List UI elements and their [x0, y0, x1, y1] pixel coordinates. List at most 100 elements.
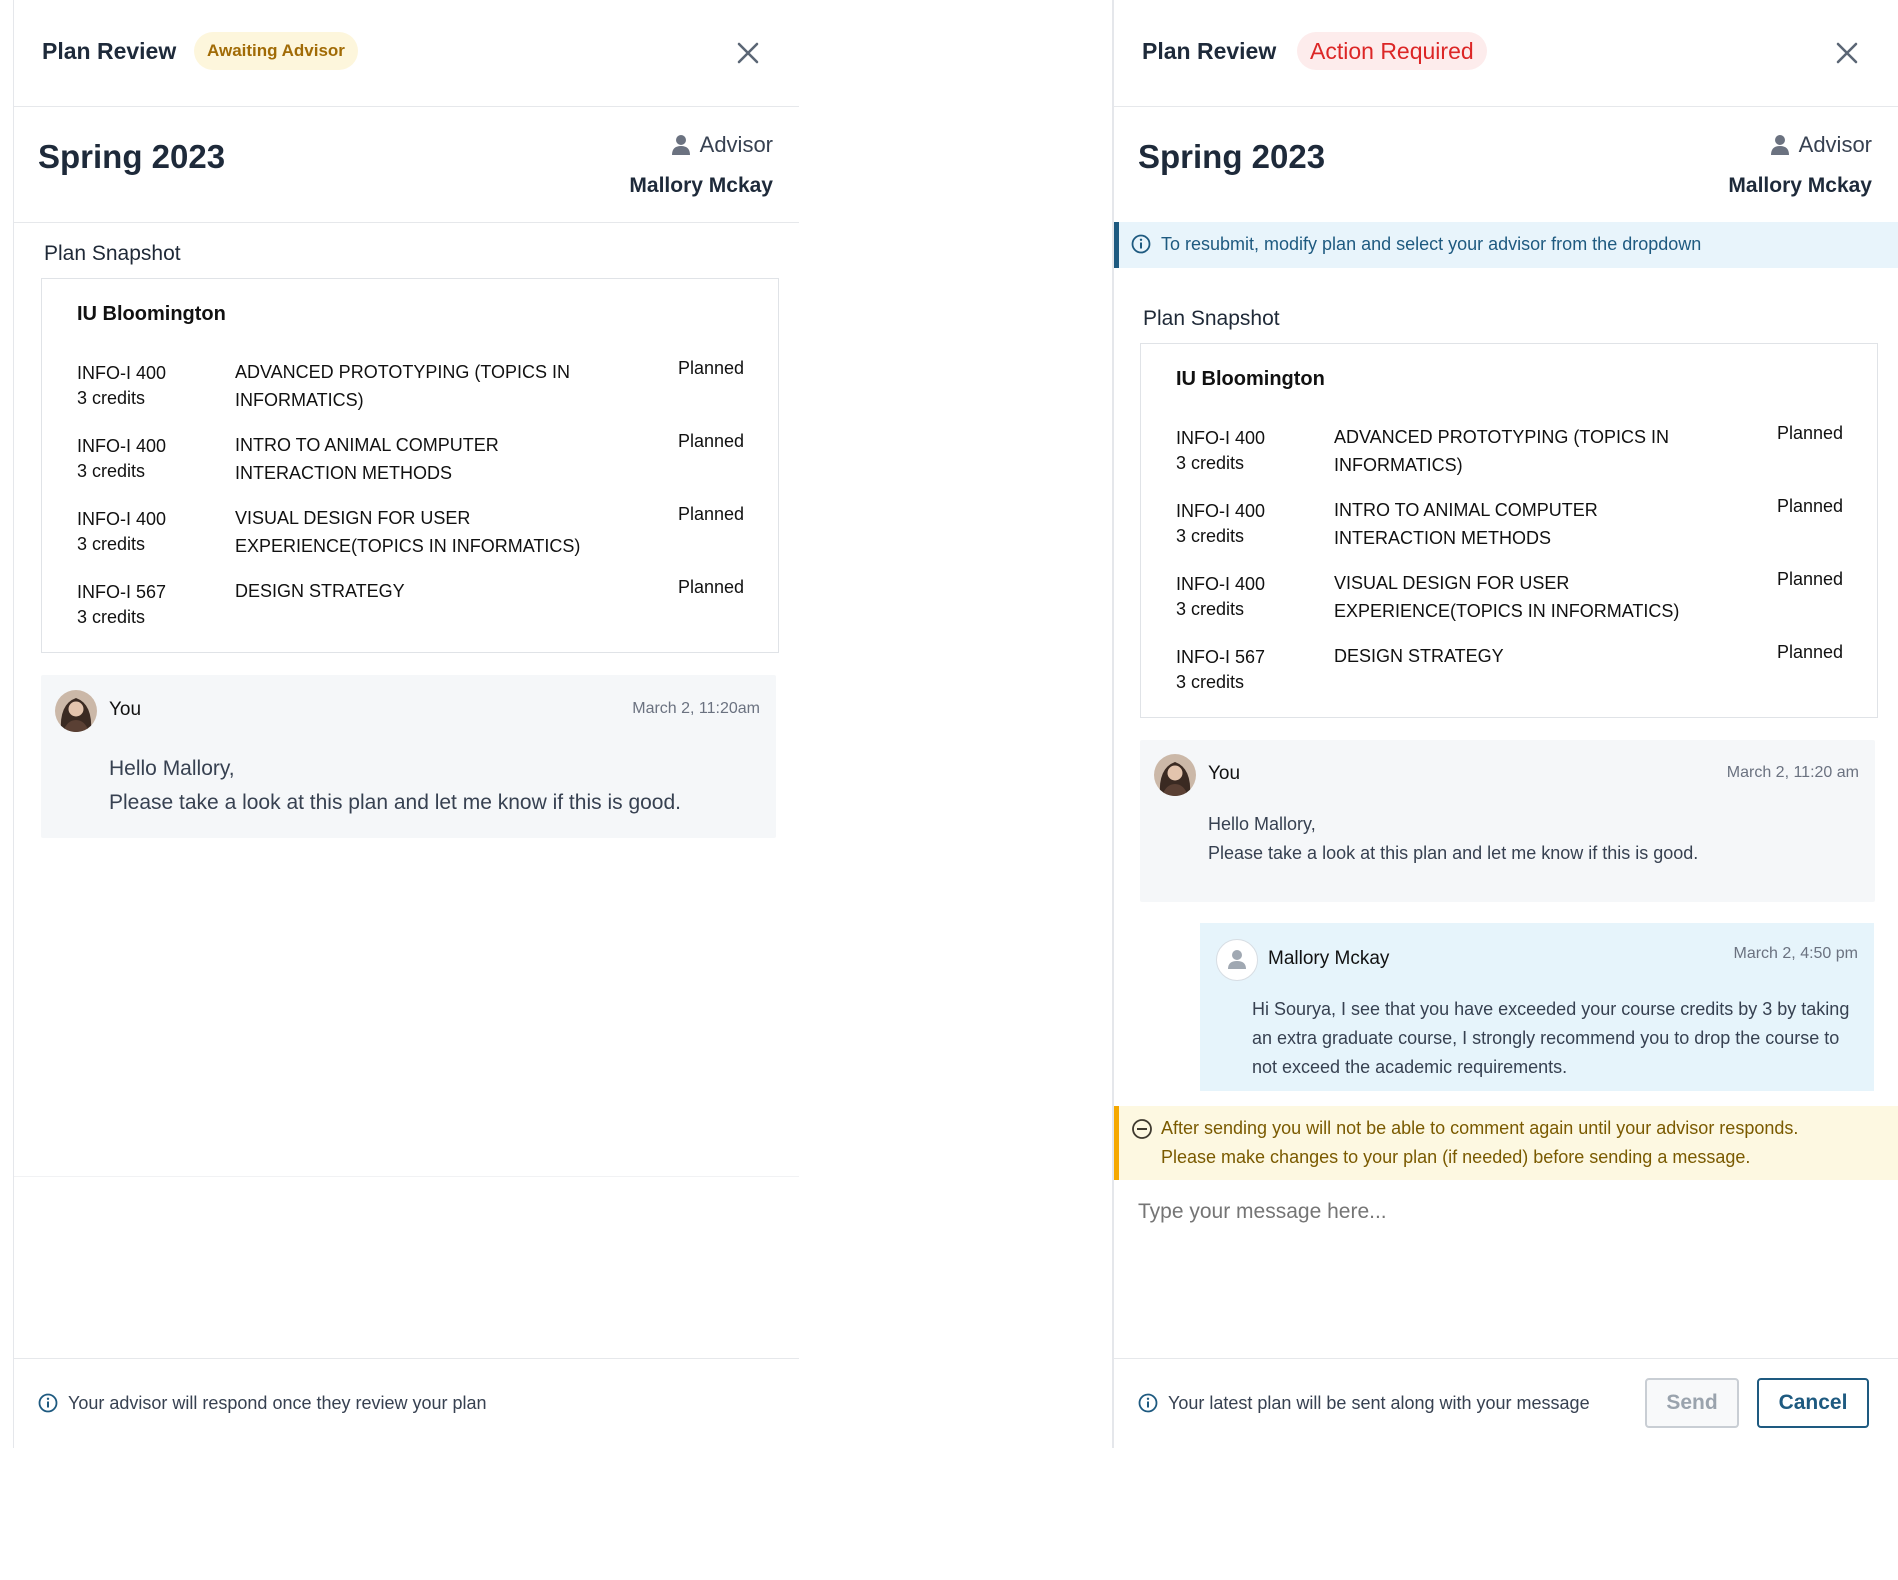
plan-review-panel-awaiting: Plan Review Awaiting Advisor Spring 2023…	[13, 0, 799, 1448]
course-row: INFO-I 400 3 credits ADVANCED PROTOTYPING…	[42, 358, 778, 421]
panel-header: Plan Review Action Required	[1114, 0, 1898, 107]
course-name: DESIGN STRATEGY	[235, 581, 405, 601]
warning-line: Please make changes to your plan (if nee…	[1161, 1147, 1751, 1167]
info-alert: To resubmit, modify plan and select your…	[1114, 222, 1898, 268]
course-status: Planned	[677, 504, 744, 524]
message-advisor: Mallory Mckay March 2, 4:50 pm Hi Sourya…	[1200, 923, 1874, 1091]
message-line: Please take a look at this plan and let …	[109, 791, 681, 814]
term-title: Spring 2023	[1138, 138, 1326, 175]
message-line: Hello Mallory,	[109, 757, 235, 780]
status-badge: Action Required	[1297, 32, 1487, 70]
close-icon[interactable]	[733, 38, 763, 68]
message-author: You	[109, 699, 142, 720]
course-row: INFO-I 400 3 credits INTRO TO ANIMAL COMP…	[1141, 496, 1877, 559]
panel-header: Plan Review Awaiting Advisor	[14, 0, 799, 107]
advisor-label: Advisor	[671, 132, 773, 158]
course-row: INFO-I 400 3 credits VISUAL DESIGN FOR US…	[42, 504, 778, 567]
minus-circle-icon	[1132, 1119, 1152, 1139]
course-credits: 3 credits	[77, 534, 146, 554]
panel-title: Plan Review	[1142, 38, 1277, 64]
course-status: Planned	[1776, 642, 1843, 662]
warning-text: After sending you will not be able to co…	[1161, 1114, 1798, 1172]
course-code: INFO-I 567	[77, 582, 167, 602]
course-row: INFO-I 567 3 credits DESIGN STRATEGY Plan…	[42, 577, 778, 640]
course-credits: 3 credits	[1176, 599, 1245, 619]
advisor-label-text: Advisor	[699, 132, 773, 157]
message-line: Please take a look at this plan and let …	[1208, 843, 1699, 863]
plan-snapshot-card: IU Bloomington INFO-I 400 3 credits ADVAN…	[1140, 343, 1878, 718]
course-credits: 3 credits	[1176, 672, 1245, 692]
message-you: You March 2, 11:20am Hello Mallory, Plea…	[41, 675, 776, 838]
campus-name: IU Bloomington	[77, 303, 226, 325]
course-row: INFO-I 400 3 credits VISUAL DESIGN FOR US…	[1141, 569, 1877, 632]
course-status: Planned	[1776, 423, 1843, 443]
plan-snapshot-card: IU Bloomington INFO-I 400 3 credits ADVAN…	[41, 278, 779, 653]
course-status: Planned	[677, 431, 744, 451]
status-badge: Awaiting Advisor	[194, 32, 358, 70]
course-credits: 3 credits	[77, 461, 146, 481]
course-code: INFO-I 400	[77, 509, 167, 529]
panel-title: Plan Review	[42, 38, 177, 64]
course-status: Planned	[1776, 496, 1843, 516]
advisor-label-text: Advisor	[1798, 132, 1872, 157]
advisor-name: Mallory Mckay	[1728, 174, 1872, 197]
course-name: DESIGN STRATEGY	[1334, 646, 1504, 666]
course-name: ADVANCED PROTOTYPING (TOPICS IN INFORMAT…	[1334, 427, 1670, 475]
course-code: INFO-I 400	[1176, 501, 1266, 521]
panel-footer: Your advisor will respond once they revi…	[14, 1358, 799, 1449]
plan-snapshot-title: Plan Snapshot	[1143, 307, 1280, 330]
warning-alert: After sending you will not be able to co…	[1114, 1106, 1898, 1180]
person-icon	[1228, 950, 1246, 969]
info-icon	[1131, 234, 1151, 254]
course-credits: 3 credits	[1176, 453, 1245, 473]
cancel-button[interactable]: Cancel	[1757, 1378, 1869, 1428]
plan-snapshot-title: Plan Snapshot	[44, 242, 181, 265]
course-name: VISUAL DESIGN FOR USER EXPERIENCE(TOPICS…	[235, 508, 581, 556]
course-credits: 3 credits	[1176, 526, 1245, 546]
course-name: ADVANCED PROTOTYPING (TOPICS IN INFORMAT…	[235, 362, 571, 410]
course-name: VISUAL DESIGN FOR USER EXPERIENCE(TOPICS…	[1334, 573, 1680, 621]
message-body: Hello Mallory, Please take a look at thi…	[1208, 810, 1698, 868]
course-name: INTRO TO ANIMAL COMPUTER INTERACTION MET…	[1334, 500, 1598, 548]
info-icon	[1138, 1393, 1158, 1413]
campus-name: IU Bloomington	[1176, 368, 1325, 390]
info-icon	[38, 1393, 58, 1413]
panel-footer: Your latest plan will be sent along with…	[1114, 1358, 1898, 1449]
footer-note: Your latest plan will be sent along with…	[1168, 1393, 1590, 1413]
term-title: Spring 2023	[38, 138, 226, 175]
avatar	[55, 690, 97, 732]
course-code: INFO-I 567	[1176, 647, 1266, 667]
person-icon	[1770, 135, 1789, 155]
warning-line: After sending you will not be able to co…	[1161, 1118, 1799, 1138]
message-you: You March 2, 11:20 am Hello Mallory, Ple…	[1140, 740, 1875, 902]
message-timestamp: March 2, 11:20am	[632, 700, 760, 717]
message-timestamp: March 2, 11:20 am	[1726, 764, 1859, 781]
course-code: INFO-I 400	[1176, 428, 1266, 448]
course-code: INFO-I 400	[1176, 574, 1266, 594]
plan-review-panel-action-required: Plan Review Action Required Spring 2023 …	[1112, 0, 1898, 1448]
advisor-avatar	[1216, 939, 1258, 981]
course-row: INFO-I 400 3 credits INTRO TO ANIMAL COMP…	[42, 431, 778, 494]
message-body: Hello Mallory, Please take a look at thi…	[109, 752, 681, 820]
close-icon[interactable]	[1832, 38, 1862, 68]
message-body: Hi Sourya, I see that you have exceeded …	[1252, 999, 1850, 1077]
course-status: Planned	[1776, 569, 1843, 589]
course-code: INFO-I 400	[77, 436, 167, 456]
course-status: Planned	[677, 358, 744, 378]
info-alert-text: To resubmit, modify plan and select your…	[1161, 234, 1702, 254]
message-input[interactable]	[1138, 1200, 1838, 1224]
course-status: Planned	[677, 577, 744, 597]
message-line: Hello Mallory,	[1208, 814, 1316, 834]
message-author: You	[1208, 763, 1241, 784]
course-credits: 3 credits	[77, 388, 146, 408]
footer-note: Your advisor will respond once they revi…	[68, 1393, 487, 1413]
person-icon	[671, 135, 690, 155]
course-row: INFO-I 567 3 credits DESIGN STRATEGY Plan…	[1141, 642, 1877, 705]
divider	[14, 222, 799, 223]
message-author: Mallory Mckay	[1268, 948, 1390, 969]
avatar	[1154, 754, 1196, 796]
advisor-label: Advisor	[1770, 132, 1872, 158]
course-name: INTRO TO ANIMAL COMPUTER INTERACTION MET…	[235, 435, 499, 483]
send-button[interactable]: Send	[1645, 1378, 1739, 1428]
message-timestamp: March 2, 4:50 pm	[1733, 945, 1859, 962]
